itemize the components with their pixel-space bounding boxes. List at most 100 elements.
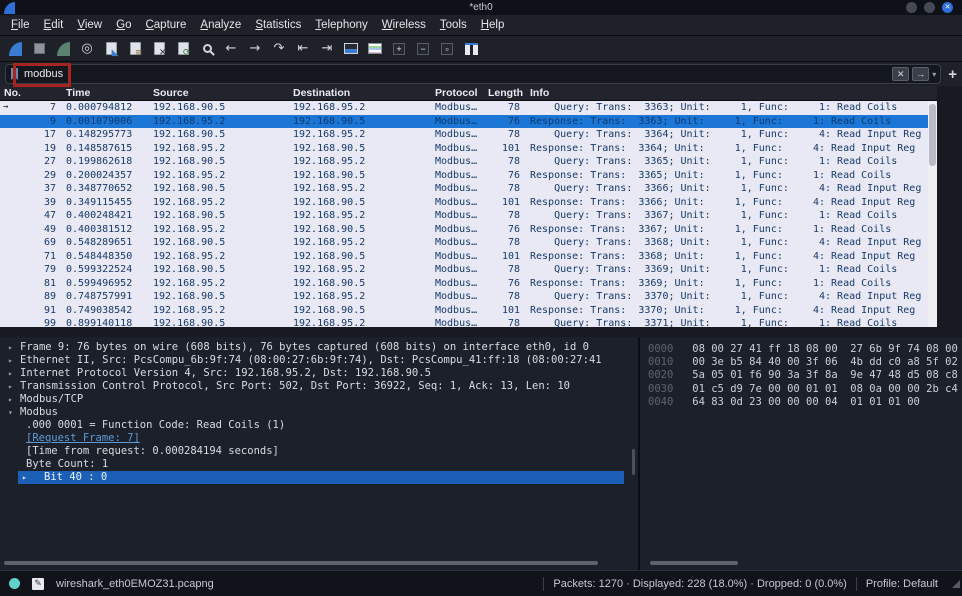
find-packet-button[interactable] [195, 37, 219, 60]
scrollbar-handle[interactable] [929, 104, 936, 166]
auto-scroll-button[interactable] [339, 37, 363, 60]
menu-edit[interactable]: Edit [38, 17, 72, 33]
filter-dropdown-icon[interactable]: ▾ [932, 70, 936, 79]
menu-help[interactable]: Help [475, 17, 513, 33]
hex-line[interactable]: 0040 64 83 0d 23 00 00 00 04 01 01 01 00 [648, 396, 962, 409]
filter-value[interactable]: modbus [24, 68, 889, 80]
expander-icon[interactable]: ▸ [22, 471, 27, 484]
profile-label[interactable]: Profile: Default [866, 578, 938, 590]
packet-row-99[interactable]: 990.899140118192.168.90.5192.168.95.2Mod… [0, 317, 937, 327]
packet-row-39[interactable]: 390.349115455192.168.95.2192.168.90.5Mod… [0, 196, 937, 210]
packet-row-37[interactable]: 370.348770652192.168.90.5192.168.95.2Mod… [0, 182, 937, 196]
save-file-button[interactable]: ≡ [123, 37, 147, 60]
go-forward-button[interactable]: → [243, 37, 267, 60]
detail-line[interactable]: Byte Count: 1 [0, 458, 638, 471]
column-header-protocol[interactable]: Protocol [435, 86, 488, 100]
hex-line[interactable]: 0020 5a 05 01 f6 90 3a 3f 8a 9e 47 48 d5… [648, 369, 962, 382]
details-hscrollbar[interactable] [4, 561, 598, 565]
bookmark-icon[interactable] [10, 68, 19, 81]
column-header-destination[interactable]: Destination [293, 86, 435, 100]
menu-capture[interactable]: Capture [139, 17, 194, 33]
first-packet-button[interactable]: ⇤ [291, 37, 315, 60]
expander-icon[interactable]: ▸ [8, 393, 13, 406]
packet-row-81[interactable]: 810.599496952192.168.95.2192.168.90.5Mod… [0, 277, 937, 291]
detail-line[interactable]: .000 0001 = Function Code: Read Coils (1… [0, 419, 638, 432]
coloring-rules-button[interactable] [363, 37, 387, 60]
packet-row-7[interactable]: →70.000794812192.168.90.5192.168.95.2Mod… [0, 101, 937, 115]
detail-line[interactable]: ▸Ethernet II, Src: PcsCompu_6b:9f:74 (08… [0, 354, 638, 367]
restart-capture-button[interactable] [51, 37, 75, 60]
expander-icon[interactable]: ▸ [8, 380, 13, 393]
expert-info-icon[interactable] [9, 578, 20, 589]
reload-file-button[interactable]: ⟳ [171, 37, 195, 60]
packet-row-29[interactable]: 290.200024357192.168.95.2192.168.90.5Mod… [0, 169, 937, 183]
details-scrollbar[interactable] [632, 449, 635, 475]
column-header-info[interactable]: Info [522, 86, 937, 100]
packet-row-47[interactable]: 470.400248421192.168.90.5192.168.95.2Mod… [0, 209, 937, 223]
display-filter-input[interactable]: modbus ✕ → ▾ [5, 64, 941, 84]
packet-row-91[interactable]: 910.749038542192.168.95.2192.168.90.5Mod… [0, 304, 937, 318]
capture-comment-icon[interactable]: ✎ [32, 578, 44, 590]
packet-row-19[interactable]: 190.148587615192.168.95.2192.168.90.5Mod… [0, 142, 937, 156]
hex-line[interactable]: 0030 01 c5 d9 7e 00 00 01 01 08 0a 00 00… [648, 383, 962, 396]
detail-line[interactable]: ▾Modbus [0, 406, 638, 419]
bytes-hscrollbar[interactable] [650, 561, 738, 565]
packet-row-17[interactable]: 170.148295773192.168.90.5192.168.95.2Mod… [0, 128, 937, 142]
packet-list-scrollbar[interactable] [928, 101, 937, 327]
start-capture-button[interactable] [3, 37, 27, 60]
minimize-button[interactable] [906, 2, 917, 13]
resize-columns-button[interactable] [459, 37, 483, 60]
close-file-button[interactable]: ✕ [147, 37, 171, 60]
detail-line[interactable]: ▸Frame 9: 76 bytes on wire (608 bits), 7… [0, 341, 638, 354]
zoom-in-button[interactable]: + [387, 37, 411, 60]
menu-wireless[interactable]: Wireless [376, 17, 434, 33]
detail-line[interactable]: [Time from request: 0.000284194 seconds] [0, 445, 638, 458]
column-header-length[interactable]: Length [488, 86, 522, 100]
hex-line[interactable]: 0010 00 3e b5 84 40 00 3f 06 4b dd c0 a8… [648, 356, 962, 369]
expander-icon[interactable]: ▾ [8, 406, 13, 419]
capture-options-button[interactable]: ◎ [75, 37, 99, 60]
packet-row-69[interactable]: 690.548289651192.168.90.5192.168.95.2Mod… [0, 236, 937, 250]
detail-line[interactable]: ▸Bit 40 : 0 [18, 471, 624, 484]
expander-icon[interactable]: ▸ [8, 341, 13, 354]
packet-row-49[interactable]: 490.400381512192.168.95.2192.168.90.5Mod… [0, 223, 937, 237]
packet-row-9[interactable]: 90.001079006192.168.95.2192.168.90.5Modb… [0, 115, 937, 129]
expander-icon[interactable]: ▸ [8, 367, 13, 380]
detail-line[interactable]: ▸Transmission Control Protocol, Src Port… [0, 380, 638, 393]
column-header-time[interactable]: Time [62, 86, 153, 100]
menu-telephony[interactable]: Telephony [309, 17, 375, 33]
close-button[interactable]: ✕ [942, 2, 953, 13]
menu-statistics[interactable]: Statistics [249, 17, 309, 33]
menu-view[interactable]: View [71, 17, 110, 33]
menu-tools[interactable]: Tools [434, 17, 475, 33]
menu-file[interactable]: File [5, 17, 38, 33]
column-header-source[interactable]: Source [153, 86, 293, 100]
packet-cell-time: 0.349115455 [62, 196, 153, 210]
menu-go[interactable]: Go [110, 17, 139, 33]
detail-line[interactable]: [Request Frame: 7] [0, 432, 638, 445]
zoom-reset-button[interactable]: ▫ [435, 37, 459, 60]
packet-cell-no: 17 [0, 128, 62, 142]
stop-capture-button[interactable] [27, 37, 51, 60]
packet-cell-destination: 192.168.95.2 [293, 128, 435, 142]
hex-line[interactable]: 0000 08 00 27 41 ff 18 08 00 27 6b 9f 74… [648, 343, 962, 356]
packet-row-27[interactable]: 270.199862618192.168.90.5192.168.95.2Mod… [0, 155, 937, 169]
expander-icon[interactable]: ▸ [8, 354, 13, 367]
resize-grip-icon[interactable] [952, 580, 960, 588]
column-header-no[interactable]: No. [0, 86, 62, 100]
packet-row-71[interactable]: 710.548448350192.168.95.2192.168.90.5Mod… [0, 250, 937, 264]
last-packet-button[interactable]: ⇥ [315, 37, 339, 60]
zoom-out-button[interactable]: − [411, 37, 435, 60]
filter-add-button[interactable]: + [948, 66, 957, 83]
maximize-button[interactable] [924, 2, 935, 13]
menu-analyze[interactable]: Analyze [194, 17, 249, 33]
open-file-button[interactable]: ◣ [99, 37, 123, 60]
detail-line[interactable]: ▸Modbus/TCP [0, 393, 638, 406]
go-to-packet-button[interactable]: ↷ [267, 37, 291, 60]
filter-apply-button[interactable]: → [912, 67, 929, 81]
packet-row-89[interactable]: 890.748757991192.168.90.5192.168.95.2Mod… [0, 290, 937, 304]
detail-line[interactable]: ▸Internet Protocol Version 4, Src: 192.1… [0, 367, 638, 380]
filter-clear-button[interactable]: ✕ [892, 67, 909, 81]
packet-row-79[interactable]: 790.599322524192.168.90.5192.168.95.2Mod… [0, 263, 937, 277]
go-back-button[interactable]: ← [219, 37, 243, 60]
